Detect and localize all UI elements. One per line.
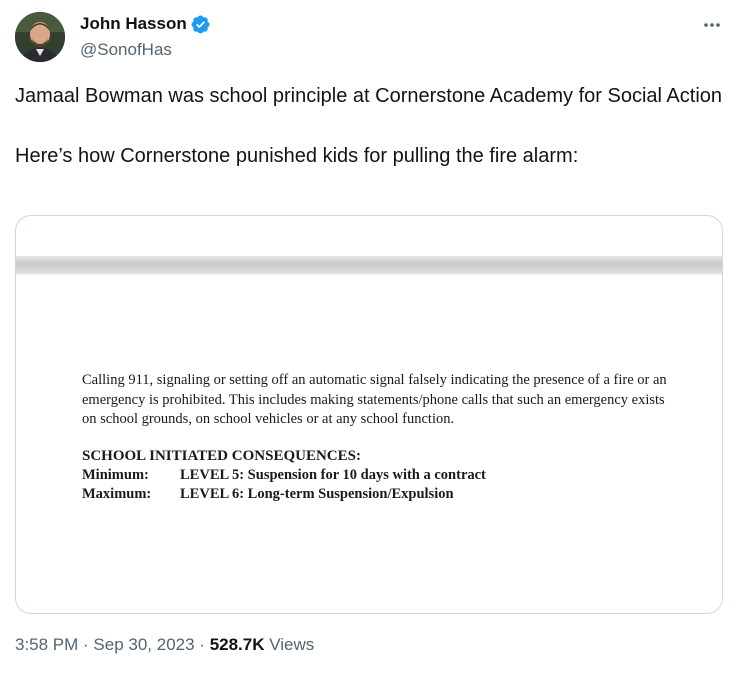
document-row: Maximum: LEVEL 6: Long-term Suspension/E… (82, 485, 682, 505)
meta-separator: · (78, 635, 94, 654)
document-content: Calling 911, signaling or setting off an… (82, 371, 682, 505)
document-row-label: Maximum: (82, 486, 152, 502)
handle[interactable]: @SonofHas (80, 40, 211, 60)
document-header-bar (16, 256, 722, 272)
document-paragraph: Calling 911, signaling or setting off an… (82, 372, 667, 427)
document-row: Minimum: LEVEL 5: Suspension for 10 days… (82, 466, 682, 486)
tweet-paragraph: Jamaal Bowman was school principle at Co… (15, 85, 723, 107)
document-heading: SCHOOL INITIATED CONSEQUENCES: (82, 447, 361, 464)
document-row-value: LEVEL 5: Suspension for 10 days with a c… (180, 466, 486, 483)
tweet-text: Jamaal Bowman was school principle at Co… (15, 81, 727, 171)
tweet: John Hasson @SonofHas Jamaal Bowman was … (0, 0, 741, 674)
avatar-photo-icon (15, 12, 65, 62)
tweet-meta: 3:58 PM · Sep 30, 2023 · 528.7K Views (15, 635, 314, 655)
verified-badge-icon[interactable] (190, 14, 211, 35)
tweet-date[interactable]: Sep 30, 2023 (93, 635, 194, 654)
author-block: John Hasson @SonofHas (80, 13, 211, 60)
tweet-time[interactable]: 3:58 PM (15, 635, 78, 654)
document-row-value: LEVEL 6: Long-term Suspension/Expulsion (180, 486, 454, 502)
media-image[interactable]: Calling 911, signaling or setting off an… (15, 215, 723, 614)
views-label: Views (264, 635, 315, 654)
more-options-button[interactable] (701, 14, 723, 36)
avatar[interactable] (15, 12, 65, 62)
meta-separator: · (194, 635, 210, 654)
display-name[interactable]: John Hasson (80, 14, 187, 34)
document-row-label: Minimum: (82, 466, 149, 483)
views-count[interactable]: 528.7K (210, 635, 265, 654)
tweet-paragraph: Here’s how Cornerstone punished kids for… (15, 145, 579, 167)
document-header-shadow (16, 272, 722, 276)
more-horizontal-icon (704, 23, 720, 27)
